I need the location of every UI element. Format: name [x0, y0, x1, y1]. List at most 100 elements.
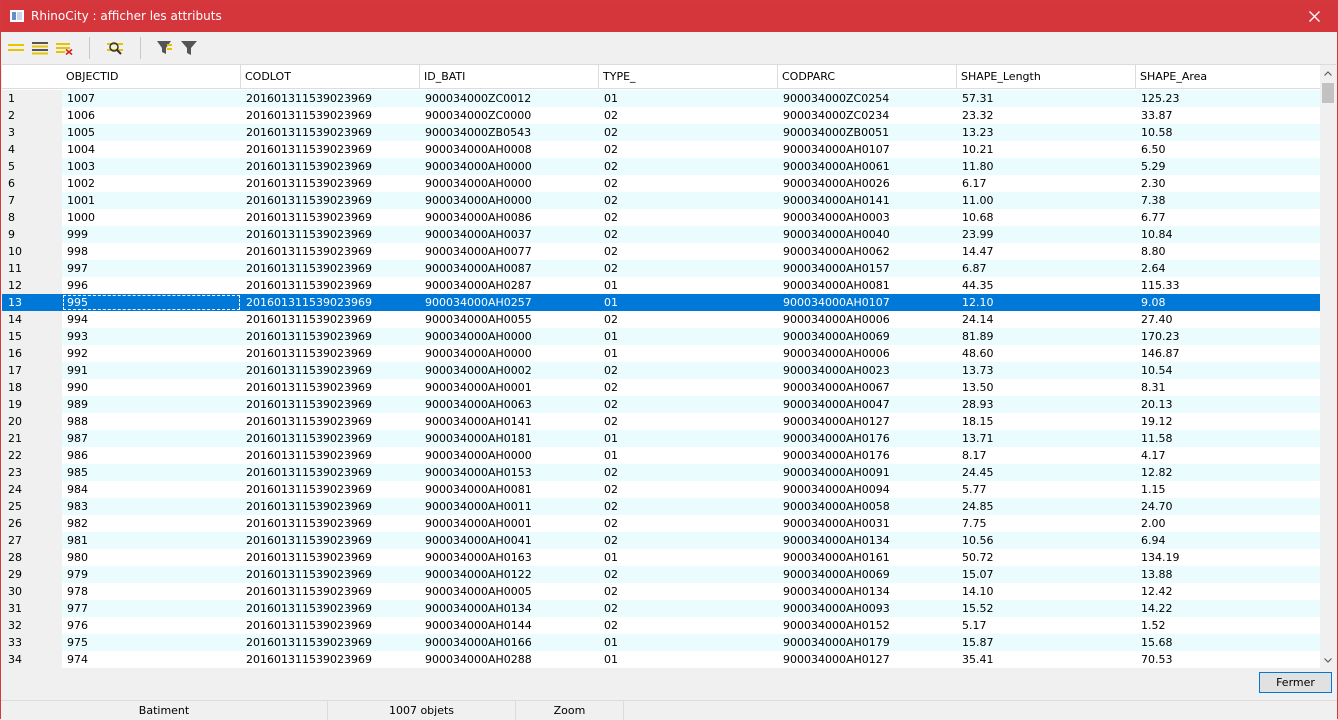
table-cell[interactable]: 33.87	[1136, 107, 1321, 124]
table-cell[interactable]: 57.31	[957, 90, 1136, 107]
table-cell[interactable]: 201601311539023969	[241, 447, 420, 464]
table-cell[interactable]: 5.29	[1136, 158, 1321, 175]
table-cell[interactable]: 900034000AH0026	[778, 175, 957, 192]
table-cell[interactable]: 201601311539023969	[241, 328, 420, 345]
column-header[interactable]: SHAPE_Area	[1136, 65, 1321, 89]
row-number[interactable]: 1	[2, 90, 62, 107]
table-cell[interactable]: 900034000AH0067	[778, 379, 957, 396]
table-cell[interactable]: 1005	[62, 124, 241, 141]
table-cell[interactable]: 23.99	[957, 226, 1136, 243]
table-cell[interactable]: 201601311539023969	[241, 107, 420, 124]
table-cell[interactable]: 24.45	[957, 464, 1136, 481]
table-row[interactable]: 15 993 201601311539023969 900034000AH0000 01…	[2, 328, 1321, 345]
table-cell[interactable]: 979	[62, 566, 241, 583]
table-cell[interactable]: 02	[599, 515, 778, 532]
table-cell[interactable]: 977	[62, 600, 241, 617]
table-cell[interactable]: 201601311539023969	[241, 158, 420, 175]
invert-selection-button[interactable]	[30, 38, 50, 58]
table-cell[interactable]: 900034000AH0000	[420, 192, 599, 209]
table-row[interactable]: 14 994 201601311539023969 900034000AH0055 02…	[2, 311, 1321, 328]
table-cell[interactable]: 201601311539023969	[241, 634, 420, 651]
table-cell[interactable]: 201601311539023969	[241, 651, 420, 668]
table-cell[interactable]: 900034000AH0000	[420, 158, 599, 175]
table-cell[interactable]: 2.00	[1136, 515, 1321, 532]
table-cell[interactable]: 900034000AH0087	[420, 260, 599, 277]
row-number[interactable]: 14	[2, 311, 62, 328]
table-cell[interactable]: 15.68	[1136, 634, 1321, 651]
table-cell[interactable]: 975	[62, 634, 241, 651]
table-cell[interactable]: 900034000AH0055	[420, 311, 599, 328]
row-number[interactable]: 31	[2, 600, 62, 617]
table-cell[interactable]: 201601311539023969	[241, 464, 420, 481]
table-body[interactable]: 1 1007 201601311539023969 900034000ZC0012 01…	[2, 90, 1321, 668]
row-number[interactable]: 32	[2, 617, 62, 634]
table-row[interactable]: 16 992 201601311539023969 900034000AH0000 01…	[2, 345, 1321, 362]
row-number[interactable]: 2	[2, 107, 62, 124]
table-cell[interactable]: 1001	[62, 192, 241, 209]
table-cell[interactable]: 990	[62, 379, 241, 396]
row-number[interactable]: 19	[2, 396, 62, 413]
table-cell[interactable]: 976	[62, 617, 241, 634]
table-cell[interactable]: 201601311539023969	[241, 243, 420, 260]
table-cell[interactable]: 900034000AH0107	[778, 294, 957, 311]
table-cell[interactable]: 6.94	[1136, 532, 1321, 549]
table-cell[interactable]: 900034000AH0153	[420, 464, 599, 481]
table-cell[interactable]: 02	[599, 464, 778, 481]
table-row[interactable]: 7 1001 201601311539023969 900034000AH0000 02…	[2, 192, 1321, 209]
table-cell[interactable]: 81.89	[957, 328, 1136, 345]
table-cell[interactable]: 02	[599, 532, 778, 549]
select-all-button[interactable]	[6, 38, 26, 58]
table-row[interactable]: 30 978 201601311539023969 900034000AH0005 02…	[2, 583, 1321, 600]
table-cell[interactable]: 201601311539023969	[241, 345, 420, 362]
table-cell[interactable]: 146.87	[1136, 345, 1321, 362]
table-cell[interactable]: 982	[62, 515, 241, 532]
table-cell[interactable]: 900034000AH0047	[778, 396, 957, 413]
table-cell[interactable]: 201601311539023969	[241, 583, 420, 600]
row-number[interactable]: 11	[2, 260, 62, 277]
table-cell[interactable]: 201601311539023969	[241, 141, 420, 158]
table-cell[interactable]: 01	[599, 549, 778, 566]
row-number[interactable]: 24	[2, 481, 62, 498]
table-cell[interactable]: 11.00	[957, 192, 1136, 209]
table-cell[interactable]: 10.84	[1136, 226, 1321, 243]
table-cell[interactable]: 134.19	[1136, 549, 1321, 566]
table-cell[interactable]: 994	[62, 311, 241, 328]
table-cell[interactable]: 02	[599, 396, 778, 413]
row-number[interactable]: 21	[2, 430, 62, 447]
table-cell[interactable]: 1.52	[1136, 617, 1321, 634]
row-number[interactable]: 8	[2, 209, 62, 226]
table-cell[interactable]: 24.70	[1136, 498, 1321, 515]
row-number[interactable]: 30	[2, 583, 62, 600]
column-header[interactable]: CODPARC	[778, 65, 957, 89]
table-cell[interactable]: 7.38	[1136, 192, 1321, 209]
row-number[interactable]: 28	[2, 549, 62, 566]
table-cell[interactable]: 02	[599, 311, 778, 328]
table-cell[interactable]: 900034000AH0086	[420, 209, 599, 226]
table-cell[interactable]: 996	[62, 277, 241, 294]
clear-selection-button[interactable]	[54, 38, 74, 58]
table-row[interactable]: 10 998 201601311539023969 900034000AH0077 02…	[2, 243, 1321, 260]
table-cell[interactable]: 14.47	[957, 243, 1136, 260]
table-cell[interactable]: 02	[599, 192, 778, 209]
column-header[interactable]: TYPE_	[599, 65, 778, 89]
table-row[interactable]: 28 980 201601311539023969 900034000AH0163 01…	[2, 549, 1321, 566]
table-cell[interactable]: 02	[599, 158, 778, 175]
row-number[interactable]: 23	[2, 464, 62, 481]
table-cell[interactable]: 900034000AH0031	[778, 515, 957, 532]
table-cell[interactable]: 35.41	[957, 651, 1136, 668]
table-cell[interactable]: 7.75	[957, 515, 1136, 532]
row-number[interactable]: 5	[2, 158, 62, 175]
table-cell[interactable]: 2.30	[1136, 175, 1321, 192]
table-cell[interactable]: 900034000ZB0051	[778, 124, 957, 141]
table-cell[interactable]: 10.21	[957, 141, 1136, 158]
table-cell[interactable]: 20.13	[1136, 396, 1321, 413]
table-cell[interactable]: 19.12	[1136, 413, 1321, 430]
table-cell[interactable]: 5.17	[957, 617, 1136, 634]
table-cell[interactable]: 01	[599, 294, 778, 311]
row-number[interactable]: 13	[2, 294, 62, 311]
table-cell[interactable]: 4.17	[1136, 447, 1321, 464]
table-cell[interactable]: 995	[62, 294, 241, 311]
table-cell[interactable]: 8.17	[957, 447, 1136, 464]
table-cell[interactable]: 900034000AH0176	[778, 430, 957, 447]
scroll-down-button[interactable]	[1320, 652, 1336, 668]
